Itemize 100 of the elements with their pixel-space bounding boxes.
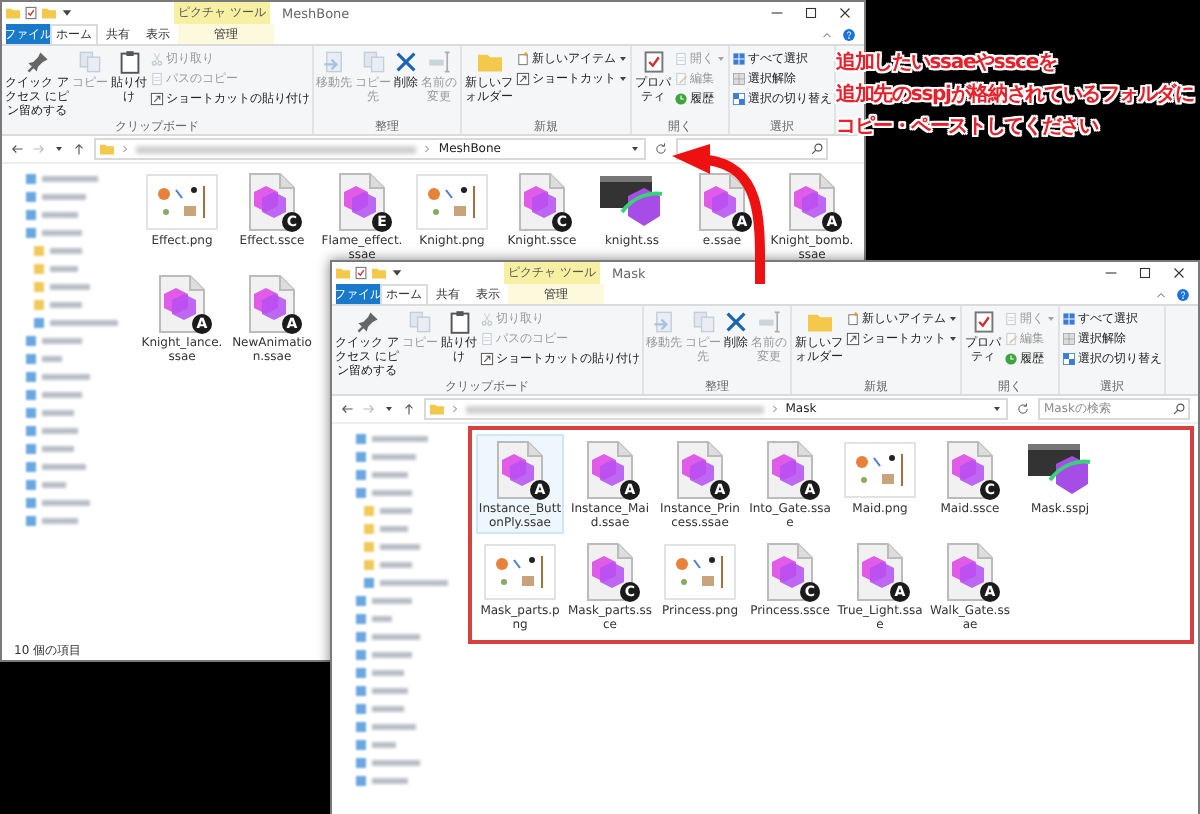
pages-icon <box>691 310 715 334</box>
refresh-icon[interactable] <box>654 142 668 156</box>
collapse-icon[interactable] <box>820 27 834 41</box>
delete-icon <box>394 50 418 74</box>
edit-icon <box>674 72 688 86</box>
up-arrow-icon[interactable] <box>402 402 416 416</box>
search-icon <box>810 142 824 156</box>
folder-icon <box>100 142 114 156</box>
folder-icon <box>477 50 501 74</box>
chevron-icon <box>769 404 780 414</box>
document-file-icon <box>674 439 726 499</box>
document-file-icon <box>696 171 748 231</box>
chevron-icon <box>450 404 460 414</box>
document-icon <box>480 332 494 346</box>
select-all-icon <box>1062 312 1076 326</box>
caret-icon[interactable] <box>54 144 64 154</box>
help-icon[interactable] <box>842 27 856 41</box>
select-all-icon <box>732 52 746 66</box>
pin-icon <box>25 50 49 74</box>
scissors-icon <box>150 52 164 66</box>
folder-icon <box>42 6 56 20</box>
curved-arrow <box>672 144 766 284</box>
history-icon <box>674 92 688 106</box>
checked-document-icon <box>354 266 368 280</box>
chevron-icon <box>422 144 433 154</box>
document-file-icon <box>584 439 636 499</box>
caret-icon[interactable] <box>60 6 74 20</box>
folder-icon <box>6 6 20 20</box>
folder-icon <box>372 266 386 280</box>
project-file-icon <box>598 171 666 231</box>
document-file-icon <box>246 273 298 333</box>
invert-selection-icon <box>1062 352 1076 366</box>
document-file-icon <box>764 541 816 601</box>
image-thumbnail <box>484 543 556 599</box>
folder-icon <box>807 310 831 334</box>
shortcut-icon <box>150 92 164 106</box>
document-file-icon <box>854 541 906 601</box>
document-icon <box>1004 312 1018 326</box>
document-icon <box>674 52 688 66</box>
caret-icon[interactable] <box>992 404 1002 414</box>
document-icon <box>150 72 164 86</box>
history-icon <box>1004 352 1018 366</box>
caret-icon[interactable] <box>384 404 394 414</box>
document-file-icon <box>336 171 388 231</box>
image-thumbnail <box>416 173 488 229</box>
invert-selection-icon <box>732 92 746 106</box>
pin-icon <box>355 310 379 334</box>
new-item-icon <box>516 52 530 66</box>
clipboard-icon <box>447 310 471 334</box>
rename-icon <box>757 310 781 334</box>
document-file-icon <box>764 439 816 499</box>
caret-icon[interactable] <box>390 266 404 280</box>
move-icon <box>322 50 346 74</box>
image-thumbnail <box>664 543 736 599</box>
shortcut-icon <box>846 332 860 346</box>
document-file-icon <box>944 541 996 601</box>
edit-icon <box>1004 332 1018 346</box>
folder-icon <box>336 266 350 280</box>
shortcut-icon <box>516 72 530 86</box>
move-icon <box>652 310 676 334</box>
document-file-icon <box>786 171 838 231</box>
back-arrow-icon[interactable] <box>10 142 24 156</box>
back-arrow-icon[interactable] <box>340 402 354 416</box>
properties-icon <box>641 50 665 74</box>
clipboard-icon <box>117 50 141 74</box>
document-file-icon <box>516 171 568 231</box>
up-arrow-icon[interactable] <box>72 142 86 156</box>
delete-icon <box>724 310 748 334</box>
chevron-icon <box>120 144 130 154</box>
caret-icon[interactable] <box>630 144 640 154</box>
document-file-icon <box>494 439 546 499</box>
forward-arrow-icon[interactable] <box>32 142 46 156</box>
image-thumbnail <box>844 441 916 497</box>
close-icon[interactable] <box>1170 264 1188 282</box>
document-file-icon <box>944 439 996 499</box>
image-thumbnail <box>146 173 218 229</box>
close-icon[interactable] <box>836 4 854 22</box>
help-icon[interactable] <box>1176 287 1190 301</box>
rename-icon <box>427 50 451 74</box>
shortcut-icon <box>480 352 494 366</box>
maximize-icon[interactable] <box>802 4 820 22</box>
maximize-icon[interactable] <box>1136 264 1154 282</box>
scissors-icon <box>480 312 494 326</box>
search-icon <box>1172 402 1186 416</box>
caret-icon <box>716 54 726 64</box>
pages-icon <box>78 50 102 74</box>
document-file-icon <box>156 273 208 333</box>
document-file-icon <box>246 171 298 231</box>
forward-arrow-icon[interactable] <box>362 402 376 416</box>
document-file-icon <box>584 541 636 601</box>
pages-icon <box>408 310 432 334</box>
checked-document-icon <box>24 6 38 20</box>
project-file-icon <box>1026 439 1094 499</box>
folder-icon <box>430 402 444 416</box>
pages-icon <box>361 50 385 74</box>
collapse-icon[interactable] <box>1154 287 1168 301</box>
new-item-icon <box>846 312 860 326</box>
properties-icon <box>971 310 995 334</box>
refresh-icon[interactable] <box>1016 402 1030 416</box>
caret-icon <box>1046 314 1056 324</box>
